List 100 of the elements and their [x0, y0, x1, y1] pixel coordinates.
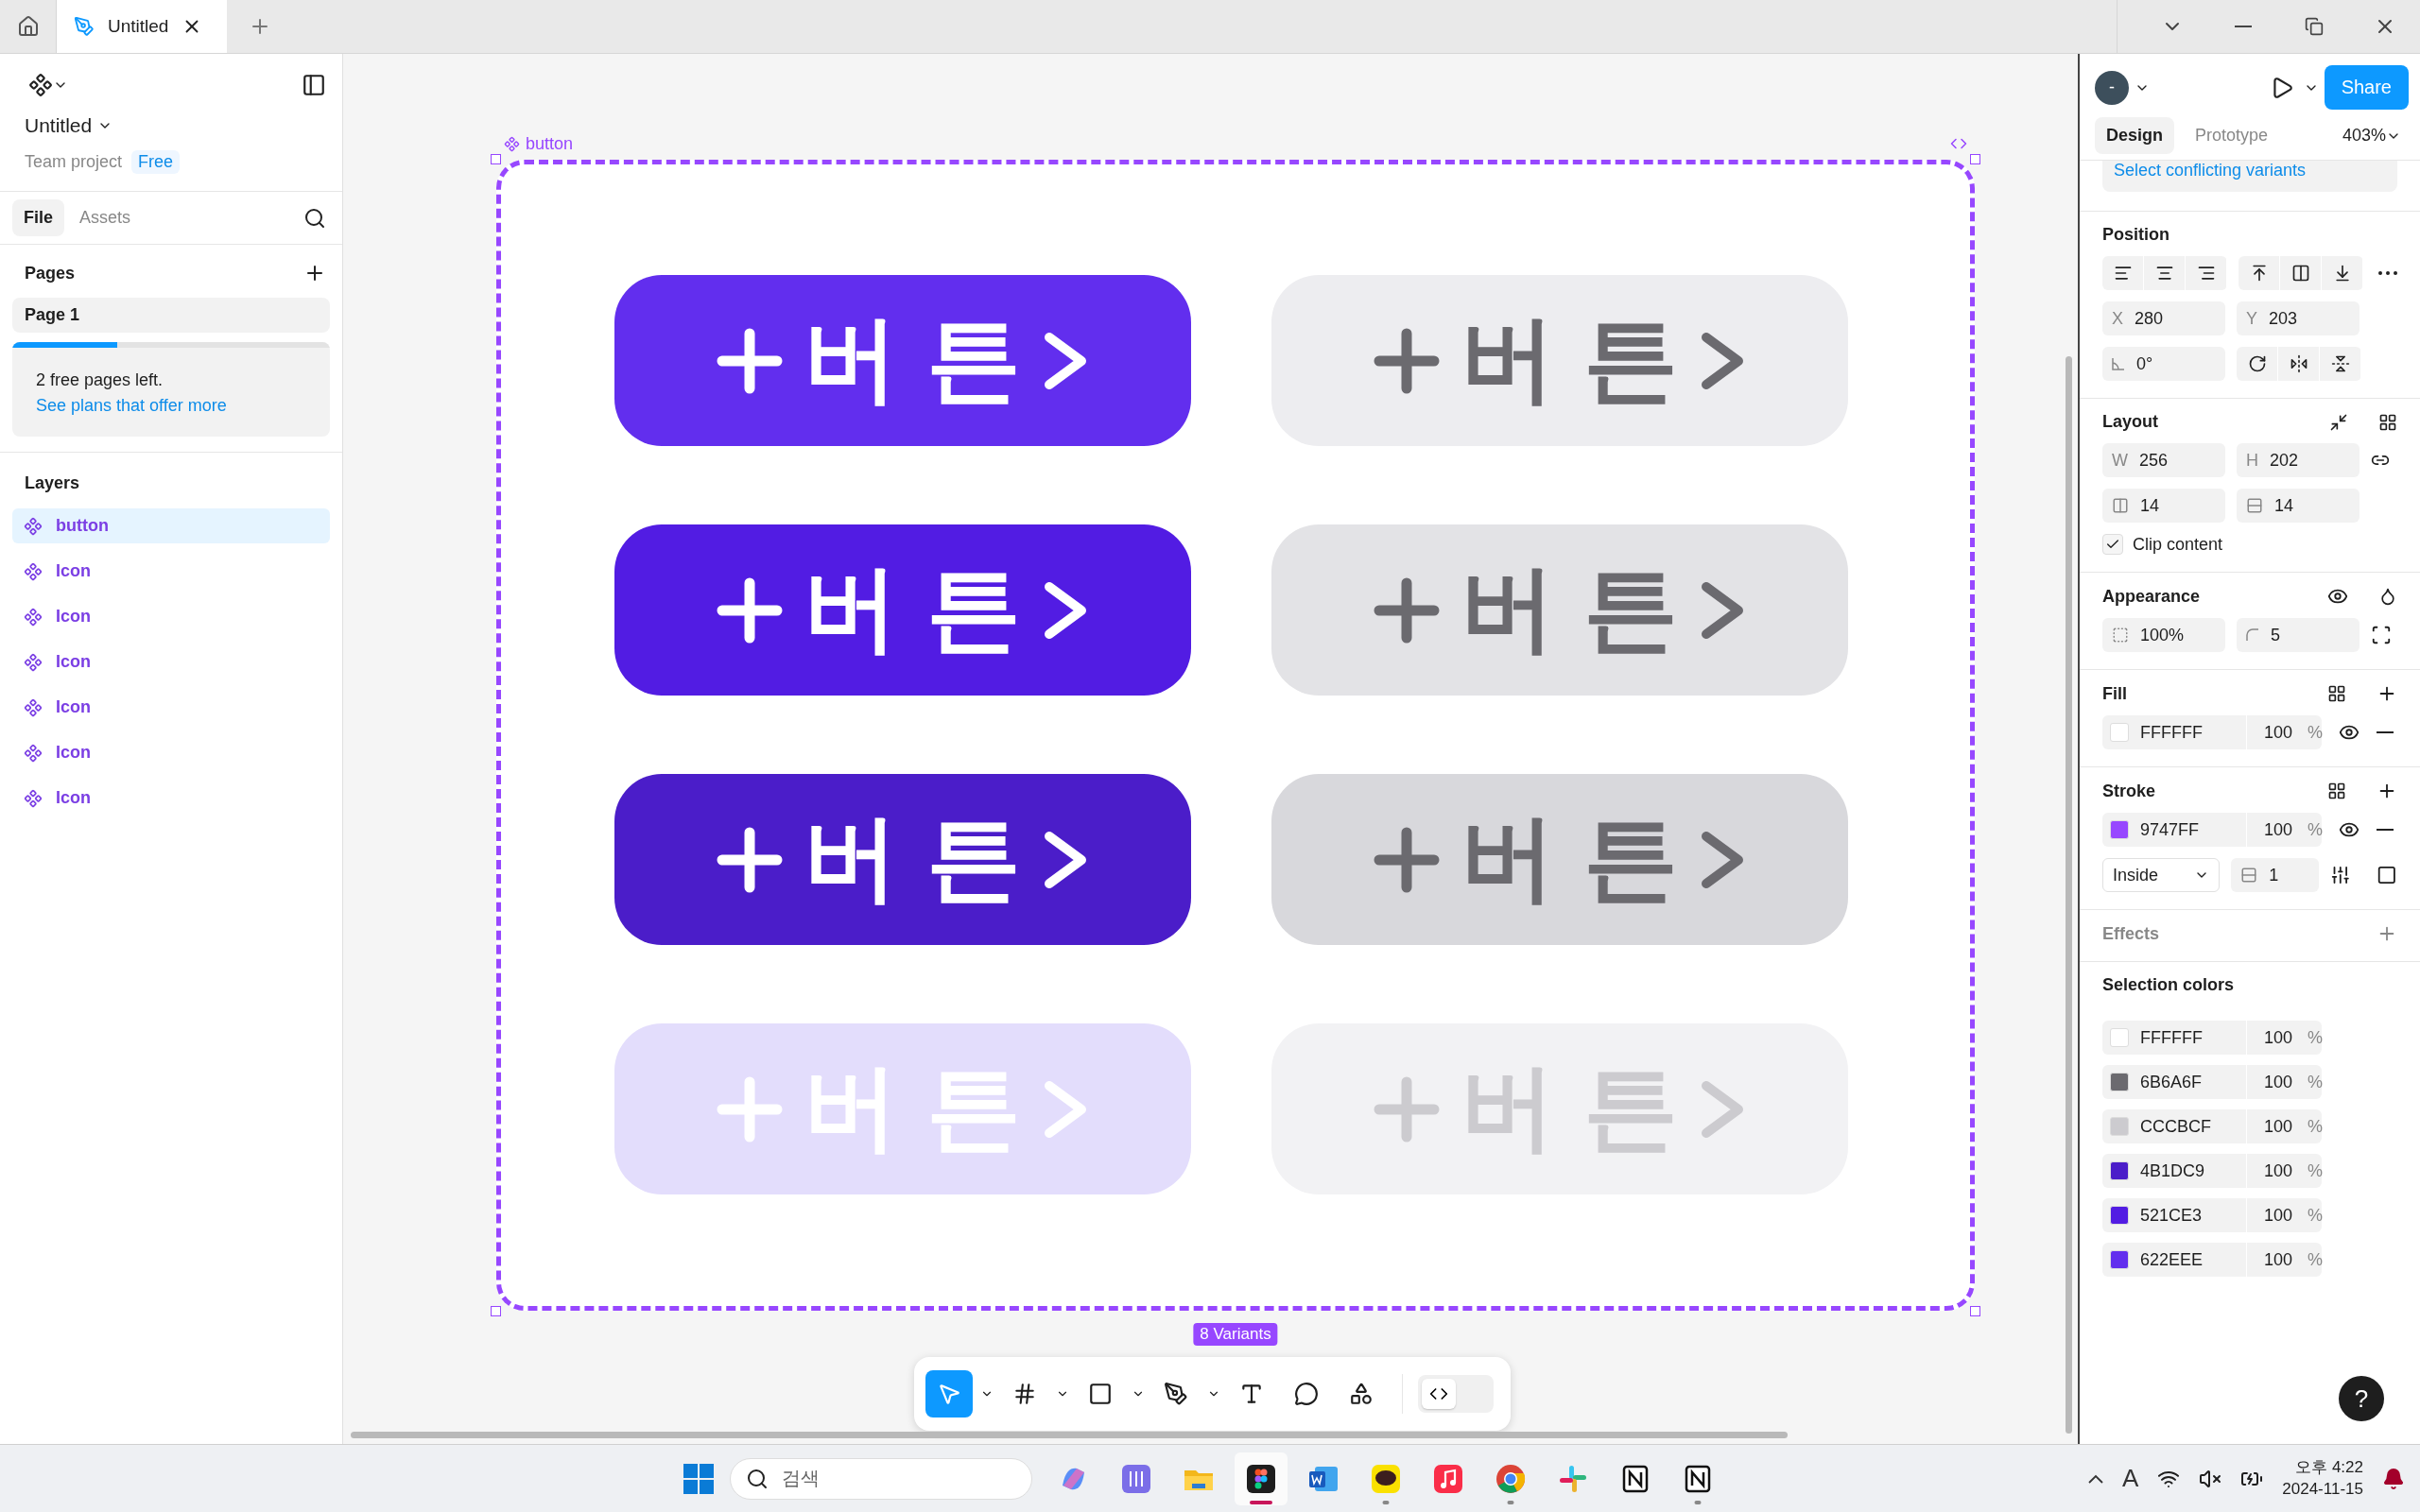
layer-item[interactable]: Icon: [12, 644, 330, 679]
resize-handle[interactable]: [1970, 1306, 1980, 1316]
layer-item[interactable]: Icon: [12, 599, 330, 634]
pointer-icon: [937, 1382, 961, 1406]
color-field[interactable]: FFFFFF 100 %: [2102, 1021, 2322, 1055]
pen-icon: [74, 16, 95, 37]
resize-handle[interactable]: [491, 154, 501, 164]
opacity-value: 100: [2264, 1160, 2293, 1181]
x-field[interactable]: X 280: [2102, 301, 2225, 335]
section-title: Position: [2102, 225, 2170, 245]
scrollbar[interactable]: [351, 1432, 1788, 1438]
color-field[interactable]: 521CE3 100 %: [2102, 1198, 2322, 1232]
help-button[interactable]: ?: [2339, 1376, 2384, 1421]
percent-unit: %: [2308, 1205, 2324, 1226]
color-field[interactable]: 6B6A6F 100 %: [2102, 1065, 2322, 1099]
radius-field[interactable]: 5: [2237, 618, 2360, 652]
panel-tab[interactable]: File: [12, 199, 64, 236]
plus-icon: [717, 576, 783, 644]
width-field[interactable]: W 256: [2102, 443, 2225, 477]
opacity-field[interactable]: 100%: [2102, 618, 2225, 652]
zoom-menu[interactable]: 403%: [2338, 122, 2405, 149]
taskbar-search[interactable]: 검색: [730, 1457, 1032, 1500]
opacity-value: 100: [2264, 1027, 2293, 1048]
color-field[interactable]: 9747FF 100 %: [2102, 813, 2322, 847]
layer-item[interactable]: Icon: [12, 735, 330, 770]
panel-tab[interactable]: Assets: [68, 199, 143, 236]
stroke-position-select[interactable]: Inside: [2102, 858, 2221, 892]
component-icon: [24, 743, 43, 763]
avatar[interactable]: -: [2095, 70, 2129, 105]
horizontal-gap-field[interactable]: 14: [2102, 489, 2225, 523]
section-title: Pages: [24, 263, 76, 284]
flip-horizontal-icon: [2289, 354, 2308, 373]
clip-checkbox[interactable]: [2102, 534, 2123, 555]
clock[interactable]: 오후 4:22 2024-11-15: [2282, 1457, 2363, 1500]
percent-unit: %: [2308, 1116, 2324, 1137]
hex-value: 521CE3: [2140, 1205, 2204, 1226]
color-field[interactable]: CCCBCF 100 %: [2102, 1109, 2322, 1143]
resize-handle[interactable]: [491, 1306, 501, 1316]
document-tab[interactable]: Untitled: [57, 0, 227, 53]
height-field[interactable]: H 202: [2237, 443, 2360, 477]
comment-icon: [1294, 1382, 1319, 1406]
file-name[interactable]: Untitled: [12, 114, 330, 137]
inspector-tab[interactable]: Prototype: [2184, 117, 2280, 154]
running-indicator: [1250, 1500, 1272, 1504]
variant-button[interactable]: 버튼: [1271, 524, 1848, 696]
inspector-tab[interactable]: Design: [2095, 117, 2174, 154]
auto-layout-icon: [2378, 412, 2397, 432]
taskbar-app[interactable]: [1235, 1452, 1288, 1505]
checkbox-label: Clip content: [2133, 534, 2223, 555]
align-left-icon: [2113, 264, 2133, 283]
component-icon: [504, 135, 520, 152]
equalizer-icon: [1120, 1462, 1152, 1495]
flip-vertical-icon: [2330, 354, 2350, 373]
component-icon: [24, 652, 43, 672]
hex-value: CCCBCF: [2140, 1116, 2212, 1137]
input-method[interactable]: A: [2121, 1464, 2139, 1493]
vertical-gap-field[interactable]: 14: [2237, 489, 2360, 523]
opacity-value: 100: [2264, 819, 2293, 840]
square-icon: [2377, 865, 2397, 885]
text-icon: [1239, 1382, 1264, 1406]
search-icon: [303, 206, 326, 230]
plus-icon: [1374, 327, 1440, 394]
section-title: Stroke: [2102, 781, 2156, 801]
plus-icon: [717, 826, 783, 893]
droplet-icon: [2378, 587, 2397, 606]
color-field[interactable]: 4B1DC9 100 %: [2102, 1154, 2322, 1188]
corner-radius-icon: [2246, 628, 2259, 642]
variant-button[interactable]: 버튼: [614, 275, 1191, 446]
layer-item[interactable]: button: [12, 508, 330, 543]
scrollbar[interactable]: [2066, 356, 2072, 1434]
hex-value: FFFFFF: [2140, 1027, 2204, 1048]
quota-message: 2 free pages left.: [35, 370, 164, 390]
page-item[interactable]: Page 1: [12, 298, 330, 333]
layer-item[interactable]: Icon: [12, 690, 330, 725]
y-field[interactable]: Y 203: [2237, 301, 2360, 335]
stroke-weight-field[interactable]: 1: [2231, 858, 2319, 892]
angle-icon: [2112, 357, 2125, 370]
hex-value: FFFFFF: [2140, 722, 2204, 743]
align-right-icon: [2196, 264, 2216, 283]
color-field[interactable]: FFFFFF 100 %: [2102, 715, 2322, 749]
figma-icon: [1245, 1462, 1277, 1495]
windows-icon[interactable]: [683, 1462, 715, 1495]
panel-icon: [302, 73, 326, 97]
plan-badge: Free: [131, 150, 181, 174]
variant-button[interactable]: 버튼: [1271, 774, 1848, 945]
search-icon: [746, 1467, 769, 1490]
variant-button[interactable]: 버튼: [614, 524, 1191, 696]
plus-icon: [717, 327, 783, 394]
chat-bubble-icon: [1370, 1462, 1402, 1495]
resize-handle[interactable]: [1970, 154, 1980, 164]
running-indicator: [1507, 1500, 1514, 1504]
color-field[interactable]: 622EEE 100 %: [2102, 1243, 2322, 1277]
layer-item[interactable]: Icon: [12, 554, 330, 589]
layer-item[interactable]: Icon: [12, 781, 330, 816]
rotation-field[interactable]: 0°: [2102, 347, 2225, 381]
sliders-icon: [2329, 865, 2351, 885]
pen-icon: [1164, 1382, 1188, 1406]
variant-button[interactable]: 버튼: [614, 774, 1191, 945]
section-title: Selection colors: [2102, 975, 2236, 995]
variant-button[interactable]: 버튼: [1271, 275, 1848, 446]
